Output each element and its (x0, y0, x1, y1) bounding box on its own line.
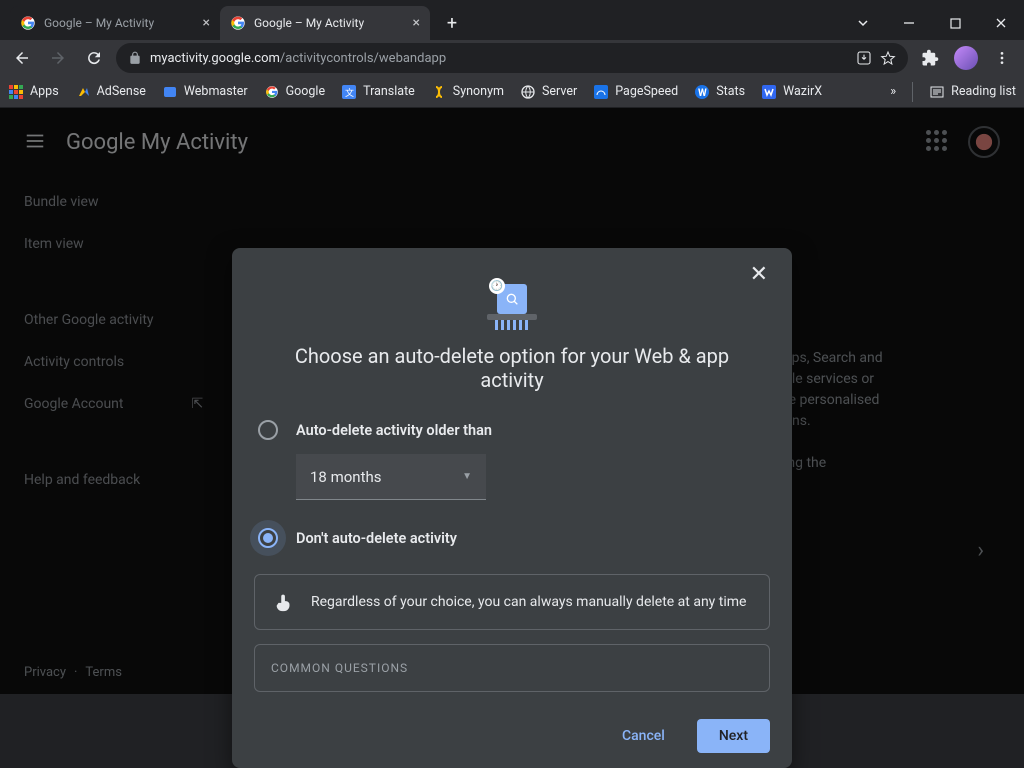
browser-toolbar: myactivity.google.com/activitycontrols/w… (0, 40, 1024, 76)
address-bar[interactable]: myactivity.google.com/activitycontrols/w… (116, 43, 908, 73)
lock-icon (128, 51, 142, 65)
bookmark-label: Webmaster (184, 84, 248, 99)
bookmark-label: Apps (30, 84, 59, 99)
bookmark-overflow-icon[interactable]: » (890, 84, 896, 99)
page-body: Google My Activity Bundle view Item view… (0, 108, 1024, 694)
auto-delete-dialog: ✕ 🕐 Choose an auto-delete option for you… (232, 248, 792, 768)
bookmarks-bar: Apps AdSense Webmaster Google 文 Translate… (0, 76, 1024, 108)
tab-close-icon[interactable]: × (413, 15, 420, 31)
window-minimize-icon[interactable] (886, 8, 932, 38)
reading-list-label: Reading list (951, 84, 1016, 99)
adsense-icon (75, 84, 91, 100)
bookmark-adsense[interactable]: AdSense (75, 84, 146, 100)
info-note: Regardless of your choice, you can alway… (254, 574, 770, 630)
bookmark-label: Translate (363, 84, 415, 99)
google-favicon-icon (230, 15, 246, 31)
radio-unselected-icon[interactable] (258, 420, 278, 440)
tab-close-icon[interactable]: × (203, 15, 210, 31)
shredder-illustration-icon: 🕐 (254, 278, 770, 332)
bookmark-star-icon[interactable] (880, 50, 896, 66)
bookmark-label: WazirX (783, 84, 822, 99)
next-button[interactable]: Next (697, 719, 770, 753)
bookmark-pagespeed[interactable]: PageSpeed (593, 84, 678, 100)
duration-select[interactable]: 18 months ▼ (296, 454, 486, 500)
dialog-content: 🕐 Choose an auto-delete option for your … (232, 248, 792, 704)
stats-icon: W (694, 84, 710, 100)
dialog-close-icon[interactable]: ✕ (750, 262, 768, 287)
browser-tab[interactable]: Google – My Activity × (220, 6, 430, 40)
bookmark-label: PageSpeed (615, 84, 678, 99)
common-questions-header[interactable]: COMMON QUESTIONS (254, 644, 770, 692)
bookmark-google[interactable]: Google (264, 84, 325, 100)
forward-button[interactable] (44, 44, 72, 72)
bookmark-label: Stats (716, 84, 745, 99)
window-maximize-icon[interactable] (932, 8, 978, 38)
radio-selected-icon[interactable] (258, 528, 278, 548)
option-auto-delete[interactable]: Auto-delete activity older than (254, 420, 770, 440)
pagespeed-icon (593, 84, 609, 100)
wazirx-icon (761, 84, 777, 100)
bookmark-translate[interactable]: 文 Translate (341, 84, 415, 100)
tab-title: Google – My Activity (254, 16, 405, 30)
browser-menu-icon[interactable] (988, 44, 1016, 72)
dropdown-arrow-icon: ▼ (462, 471, 472, 482)
reading-list-icon (929, 84, 945, 100)
tab-title: Google – My Activity (44, 16, 195, 30)
note-text: Regardless of your choice, you can alway… (311, 594, 746, 610)
dialog-actions: Cancel Next (232, 704, 792, 768)
svg-text:文: 文 (345, 87, 354, 99)
reading-list-button[interactable]: Reading list (929, 84, 1016, 100)
apps-icon (8, 84, 24, 100)
extensions-icon[interactable] (916, 44, 944, 72)
touch-icon (273, 591, 295, 613)
bookmark-server[interactable]: Server (520, 84, 577, 100)
translate-icon: 文 (341, 84, 357, 100)
bookmark-synonym[interactable]: Synonym (431, 84, 504, 100)
google-icon (264, 84, 280, 100)
bookmark-label: Synonym (453, 84, 504, 99)
window-close-icon[interactable] (978, 8, 1024, 38)
reload-button[interactable] (80, 44, 108, 72)
tab-strip: Google – My Activity × Google – My Activ… (0, 6, 466, 40)
synonym-icon (431, 84, 447, 100)
browser-tab[interactable]: Google – My Activity × (10, 6, 220, 40)
bookmark-label: Google (286, 84, 325, 99)
select-value: 18 months (310, 468, 381, 486)
bookmark-webmaster[interactable]: Webmaster (162, 84, 248, 100)
url-text: myactivity.google.com/activitycontrols/w… (150, 51, 848, 66)
bookmark-label: Server (542, 84, 577, 99)
cancel-button[interactable]: Cancel (610, 720, 677, 752)
bookmark-wazirx[interactable]: WazirX (761, 84, 822, 100)
webmaster-icon (162, 84, 178, 100)
bookmark-stats[interactable]: W Stats (694, 84, 745, 100)
window-dropdown-icon[interactable] (840, 8, 886, 38)
svg-text:W: W (698, 88, 707, 99)
window-controls (840, 8, 1024, 40)
google-favicon-icon (20, 15, 36, 31)
option-dont-delete[interactable]: Don't auto-delete activity (254, 528, 770, 548)
option-label: Don't auto-delete activity (296, 530, 457, 547)
new-tab-button[interactable]: + (438, 9, 466, 37)
dialog-heading: Choose an auto-delete option for your We… (264, 344, 760, 392)
profile-avatar[interactable] (952, 44, 980, 72)
server-icon (520, 84, 536, 100)
install-app-icon[interactable] (856, 50, 872, 66)
back-button[interactable] (8, 44, 36, 72)
option-label: Auto-delete activity older than (296, 422, 492, 439)
browser-titlebar: Google – My Activity × Google – My Activ… (0, 0, 1024, 40)
bookmark-label: AdSense (97, 84, 146, 99)
bookmark-apps[interactable]: Apps (8, 84, 59, 100)
